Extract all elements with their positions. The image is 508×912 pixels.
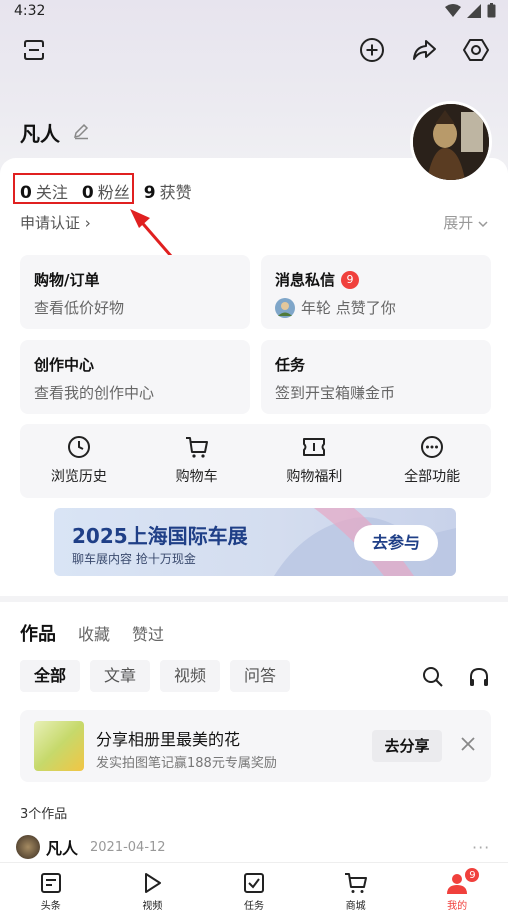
tab-works[interactable]: 作品 — [20, 620, 56, 646]
post-author-name[interactable]: 凡人 — [46, 835, 78, 859]
creator-center-tile[interactable]: 创作中心 查看我的创作中心 — [20, 340, 250, 414]
play-icon — [145, 873, 162, 893]
post-author-avatar[interactable] — [16, 835, 40, 859]
share-arrow-icon — [413, 40, 436, 60]
nav-tasks-label: 任务 — [243, 901, 264, 912]
shortcut-all-label: 全部功能 — [404, 469, 461, 485]
expand-label: 展开 — [443, 214, 474, 232]
nav-video[interactable]: 视频 — [102, 863, 204, 912]
tasks-title: 任务 — [275, 356, 306, 374]
post-date: 2021-04-12 — [90, 839, 166, 855]
shortcut-cart[interactable]: 购物车 — [147, 424, 247, 498]
cart-icon — [185, 437, 208, 458]
clock-icon — [67, 436, 90, 458]
settings-hexagon-icon — [463, 39, 489, 61]
shortcut-row: 浏览历史 购物车 购物福利 全部功能 — [20, 424, 491, 498]
tab-favorites[interactable]: 收藏 — [78, 621, 110, 645]
avatar-image — [413, 104, 489, 180]
shortcut-history-label: 浏览历史 — [50, 469, 107, 485]
messages-tile[interactable]: 消息私信 9 年轮 点赞了你 — [261, 255, 491, 329]
nav-headlines-label: 头条 — [40, 901, 61, 912]
status-time: 4:32 — [14, 3, 46, 19]
share-thumbnail — [34, 721, 84, 771]
banner-title: 2025上海国际车展 — [72, 524, 248, 548]
nav-mine[interactable]: 我的 9 — [406, 863, 508, 912]
share-button[interactable] — [410, 36, 438, 64]
avatar[interactable] — [410, 101, 492, 183]
share-prompt-card: 分享相册里最美的花 发实拍图笔记赢188元专属奖励 去分享 — [20, 710, 491, 782]
promo-banner[interactable]: 2025上海国际车展 聊车展内容 抢十万现金 去参与 — [54, 508, 456, 576]
settings-button[interactable] — [462, 36, 490, 64]
close-icon[interactable] — [460, 736, 476, 752]
add-button[interactable] — [358, 36, 386, 64]
search-icon[interactable] — [422, 666, 444, 688]
messages-subtitle-row: 年轮 点赞了你 — [275, 297, 396, 318]
section-divider — [0, 596, 508, 602]
expand-toggle[interactable]: 展开 — [443, 212, 488, 233]
news-icon — [40, 873, 61, 893]
chevron-down-icon — [478, 221, 488, 228]
creator-subtitle: 查看我的创作中心 — [34, 384, 155, 402]
nav-video-label: 视频 — [142, 901, 163, 912]
shortcut-cart-label: 购物车 — [175, 469, 218, 485]
task-icon — [243, 873, 264, 893]
filter-qa[interactable]: 问答 — [230, 660, 291, 692]
orders-subtitle: 查看低价好物 — [34, 299, 125, 317]
tasks-tile[interactable]: 任务 签到开宝箱赚金币 — [261, 340, 491, 414]
top-actions — [358, 36, 490, 64]
bottom-nav: 头条 视频 任务 商城 我的 9 — [0, 862, 508, 912]
verify-link[interactable]: 申请认证 › — [20, 212, 91, 233]
banner-subtitle: 聊车展内容 抢十万现金 — [72, 552, 196, 566]
shortcut-benefits-label: 购物福利 — [286, 469, 343, 485]
orders-tile[interactable]: 购物/订单 查看低价好物 — [20, 255, 250, 329]
shortcut-history[interactable]: 浏览历史 — [29, 424, 129, 498]
more-icon — [421, 436, 444, 458]
orders-title: 购物/订单 — [34, 271, 100, 289]
annotation-highlight-box — [13, 173, 134, 204]
likes-label: 获赞 — [159, 183, 192, 202]
post-header[interactable]: 凡人 2021-04-12 — [16, 835, 166, 859]
ticket-icon — [303, 438, 326, 456]
creator-title: 创作中心 — [34, 356, 95, 374]
wifi-icon — [445, 3, 461, 17]
scan-icon[interactable] — [22, 38, 46, 62]
share-title: 分享相册里最美的花 — [96, 730, 241, 749]
nav-headlines[interactable]: 头条 — [0, 863, 102, 912]
post-more-button[interactable]: ··· — [472, 838, 490, 857]
nav-mall-label: 商城 — [345, 901, 366, 912]
go-share-button[interactable]: 去分享 — [372, 730, 442, 762]
edit-pencil-icon[interactable] — [72, 122, 90, 140]
filter-articles[interactable]: 文章 — [90, 660, 151, 692]
battery-icon — [487, 3, 496, 18]
cart-icon — [344, 873, 367, 893]
headphones-icon[interactable] — [468, 666, 490, 688]
works-count: 3个作品 — [20, 807, 68, 822]
signal-icon — [467, 3, 481, 18]
nav-mall[interactable]: 商城 — [305, 863, 407, 912]
filter-chips: 全部 文章 视频 问答 — [20, 660, 291, 692]
messages-title: 消息私信 — [275, 271, 336, 289]
likes-count: 9 — [143, 183, 156, 203]
plus-circle-icon — [360, 38, 384, 62]
filter-all[interactable]: 全部 — [20, 660, 81, 692]
messages-badge: 9 — [341, 271, 360, 289]
tasks-subtitle: 签到开宝箱赚金币 — [275, 384, 396, 402]
shortcut-benefits[interactable]: 购物福利 — [264, 424, 364, 498]
status-bar: 4:32 — [0, 0, 508, 24]
friend-avatar — [275, 297, 295, 318]
messages-title-row: 消息私信 9 — [275, 269, 360, 290]
banner-join-button[interactable]: 去参与 — [354, 525, 438, 561]
shortcut-all-functions[interactable]: 全部功能 — [382, 424, 482, 498]
nav-mine-badge: 9 — [464, 867, 481, 883]
tab-liked[interactable]: 赞过 — [132, 621, 164, 645]
username: 凡人 — [20, 122, 60, 146]
filter-videos[interactable]: 视频 — [160, 660, 221, 692]
share-subtitle: 发实拍图笔记赢188元专属奖励 — [96, 756, 277, 771]
likes-stat[interactable]: 9 获赞 — [144, 179, 206, 203]
messages-subtitle: 年轮 点赞了你 — [301, 299, 396, 317]
content-tabs: 作品 收藏 赞过 — [20, 620, 164, 646]
status-icons — [445, 3, 496, 18]
nav-mine-label: 我的 — [447, 901, 468, 912]
nav-tasks[interactable]: 任务 — [203, 863, 305, 912]
